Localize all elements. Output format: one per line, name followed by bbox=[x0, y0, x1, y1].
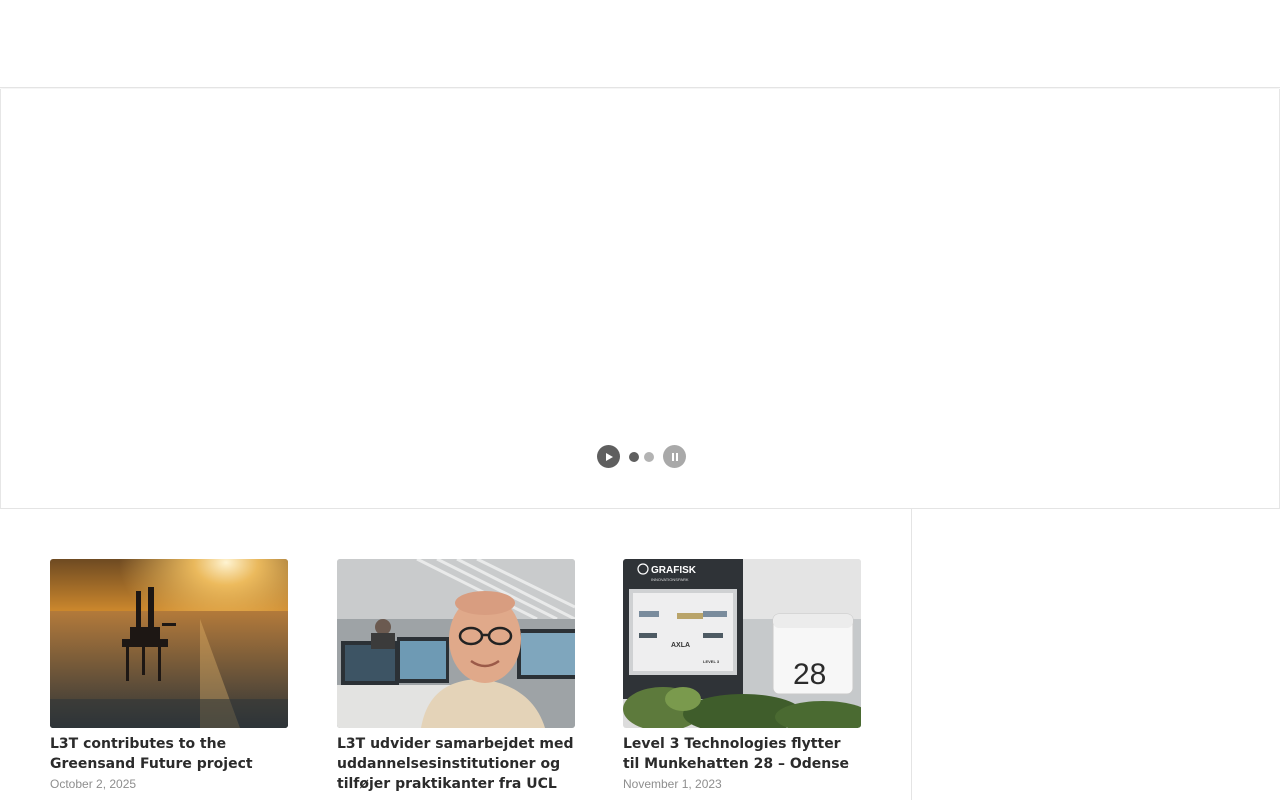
site-header bbox=[0, 0, 1280, 88]
news-card-image[interactable] bbox=[337, 559, 575, 728]
news-card[interactable]: GRAFISK INNOVATIONSPARK AXLA LEVEL 3 28 bbox=[623, 559, 861, 792]
slider-controls bbox=[597, 445, 686, 468]
tenant-logo-level3: LEVEL 3 bbox=[703, 659, 720, 664]
building-sublabel-text: INNOVATIONSPARK bbox=[651, 577, 689, 582]
news-grid: L3T contributes to the Greensand Future … bbox=[0, 509, 911, 800]
slider-pause-button[interactable] bbox=[663, 445, 686, 468]
play-icon bbox=[606, 452, 613, 461]
news-card-title[interactable]: Level 3 Technologies flytter til Munkeha… bbox=[623, 734, 861, 774]
slider-pagination bbox=[629, 451, 654, 462]
news-card-image[interactable]: GRAFISK INNOVATIONSPARK AXLA LEVEL 3 28 bbox=[623, 559, 861, 728]
sidebar bbox=[912, 509, 1280, 800]
slider-dot-1[interactable] bbox=[629, 451, 639, 462]
news-card[interactable]: L3T udvider samarbejdet med uddannelsesi… bbox=[337, 559, 575, 796]
news-card-title[interactable]: L3T udvider samarbejdet med uddannelsesi… bbox=[337, 734, 575, 794]
news-card-image[interactable] bbox=[50, 559, 288, 728]
building-brand-text: GRAFISK bbox=[651, 565, 697, 576]
pause-icon bbox=[671, 452, 678, 461]
building-number-text: 28 bbox=[793, 658, 826, 691]
hero-slider bbox=[0, 89, 1280, 509]
slider-play-button[interactable] bbox=[597, 445, 620, 468]
news-card-date: November 1, 2023 bbox=[623, 777, 722, 791]
news-card[interactable]: L3T contributes to the Greensand Future … bbox=[50, 559, 288, 792]
slider-dot-2[interactable] bbox=[644, 451, 654, 462]
news-card-date: October 2, 2025 bbox=[50, 777, 137, 791]
tenant-logo-axla: AXLA bbox=[671, 642, 690, 649]
news-card-title[interactable]: L3T contributes to the Greensand Future … bbox=[50, 734, 288, 774]
